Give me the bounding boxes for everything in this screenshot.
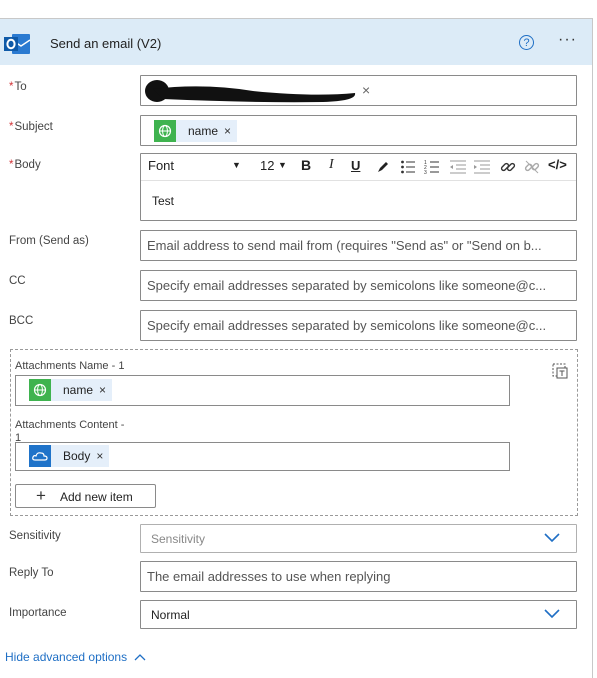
- attachments-group: Attachments Name - 1 name × Attachments …: [10, 349, 578, 516]
- bullet-list-icon[interactable]: [400, 159, 416, 175]
- sensitivity-placeholder: Sensitivity: [151, 532, 206, 546]
- remove-token-icon[interactable]: ×: [99, 383, 106, 397]
- bcc-field[interactable]: Specify email addresses separated by sem…: [140, 310, 577, 341]
- unlink-icon[interactable]: [524, 159, 540, 175]
- underline-button[interactable]: U: [351, 158, 360, 173]
- subject-label: *Subject: [9, 121, 53, 133]
- hide-advanced-options-link[interactable]: Hide advanced options: [5, 650, 146, 664]
- switch-to-array-icon[interactable]: [551, 362, 569, 380]
- body-content: Test: [152, 194, 175, 208]
- sensitivity-label: Sensitivity: [9, 530, 61, 542]
- to-field[interactable]: ×: [140, 75, 577, 106]
- redaction-mark: [145, 80, 356, 103]
- action-header[interactable]: Send an email (V2) ? ···: [0, 19, 592, 65]
- add-new-item-button[interactable]: + Add new item: [15, 484, 156, 508]
- cc-field[interactable]: Specify email addresses separated by sem…: [140, 270, 577, 301]
- from-label: From (Send as): [9, 235, 89, 247]
- subject-field[interactable]: name ×: [140, 115, 577, 146]
- importance-label: Importance: [9, 607, 67, 619]
- from-placeholder: Email address to send mail from (require…: [147, 238, 542, 253]
- from-field[interactable]: Email address to send mail from (require…: [140, 230, 577, 261]
- attachment-name-token[interactable]: name ×: [29, 379, 113, 401]
- highlight-icon[interactable]: [376, 160, 390, 174]
- bcc-placeholder: Specify email addresses separated by sem…: [147, 318, 547, 333]
- more-options-icon[interactable]: ···: [558, 31, 577, 49]
- onedrive-icon: [29, 445, 51, 467]
- globe-icon: [154, 120, 176, 142]
- italic-button[interactable]: I: [329, 157, 334, 173]
- remove-token-icon[interactable]: ×: [224, 124, 231, 138]
- link-icon[interactable]: [500, 159, 516, 175]
- svg-text:3: 3: [424, 170, 427, 175]
- decrease-indent-icon[interactable]: [449, 159, 467, 175]
- rich-text-toolbar: Font ▼ 12 ▼ B I U 123 </>: [141, 154, 576, 181]
- font-dropdown-icon[interactable]: ▼: [232, 160, 241, 170]
- chevron-up-icon: [134, 654, 146, 661]
- cc-label: CC: [9, 275, 26, 287]
- attachment-content-field[interactable]: Body ×: [15, 442, 510, 471]
- attachment-content-label: Attachments Content -: [15, 419, 125, 431]
- chevron-down-icon: [544, 609, 560, 619]
- hide-advanced-options-label: Hide advanced options: [5, 650, 128, 664]
- bcc-label: BCC: [9, 315, 34, 327]
- attachment-content-token[interactable]: Body ×: [29, 445, 110, 467]
- subject-token[interactable]: name ×: [154, 120, 238, 142]
- code-view-icon[interactable]: </>: [548, 157, 567, 172]
- token-label: name: [188, 124, 219, 138]
- importance-value: Normal: [151, 608, 190, 622]
- reply-to-field[interactable]: The email addresses to use when replying: [140, 561, 577, 592]
- cc-placeholder: Specify email addresses separated by sem…: [147, 278, 547, 293]
- bold-button[interactable]: B: [301, 157, 311, 173]
- help-icon[interactable]: ?: [519, 35, 534, 50]
- redacted-recipient: [143, 79, 358, 104]
- token-label: name: [63, 383, 94, 397]
- body-editor[interactable]: Font ▼ 12 ▼ B I U 123 </> Test: [140, 153, 577, 221]
- add-new-item-label: Add new item: [60, 490, 133, 504]
- font-size-select[interactable]: 12: [260, 158, 274, 173]
- numbered-list-icon[interactable]: 123: [424, 159, 440, 175]
- plus-icon: +: [36, 486, 46, 505]
- remove-token-icon[interactable]: ×: [96, 449, 103, 463]
- size-dropdown-icon[interactable]: ▼: [278, 160, 287, 170]
- remove-recipient-icon[interactable]: ×: [362, 82, 370, 98]
- globe-icon: [29, 379, 51, 401]
- increase-indent-icon[interactable]: [473, 159, 491, 175]
- outlook-icon: [4, 34, 31, 54]
- sensitivity-dropdown[interactable]: Sensitivity: [140, 524, 577, 553]
- send-email-action-card: Send an email (V2) ? ··· *To × *Subject …: [0, 18, 593, 678]
- attachment-name-field[interactable]: name ×: [15, 375, 510, 406]
- font-select[interactable]: Font: [148, 158, 174, 173]
- attachment-name-label: Attachments Name - 1: [15, 360, 125, 372]
- action-title: Send an email (V2): [50, 36, 162, 51]
- token-label: Body: [63, 449, 91, 463]
- importance-dropdown[interactable]: Normal: [140, 600, 577, 629]
- to-label: *To: [9, 81, 27, 93]
- chevron-down-icon: [544, 533, 560, 543]
- reply-to-label: Reply To: [9, 567, 54, 579]
- body-label: *Body: [9, 159, 41, 171]
- reply-to-placeholder: The email addresses to use when replying: [147, 569, 391, 584]
